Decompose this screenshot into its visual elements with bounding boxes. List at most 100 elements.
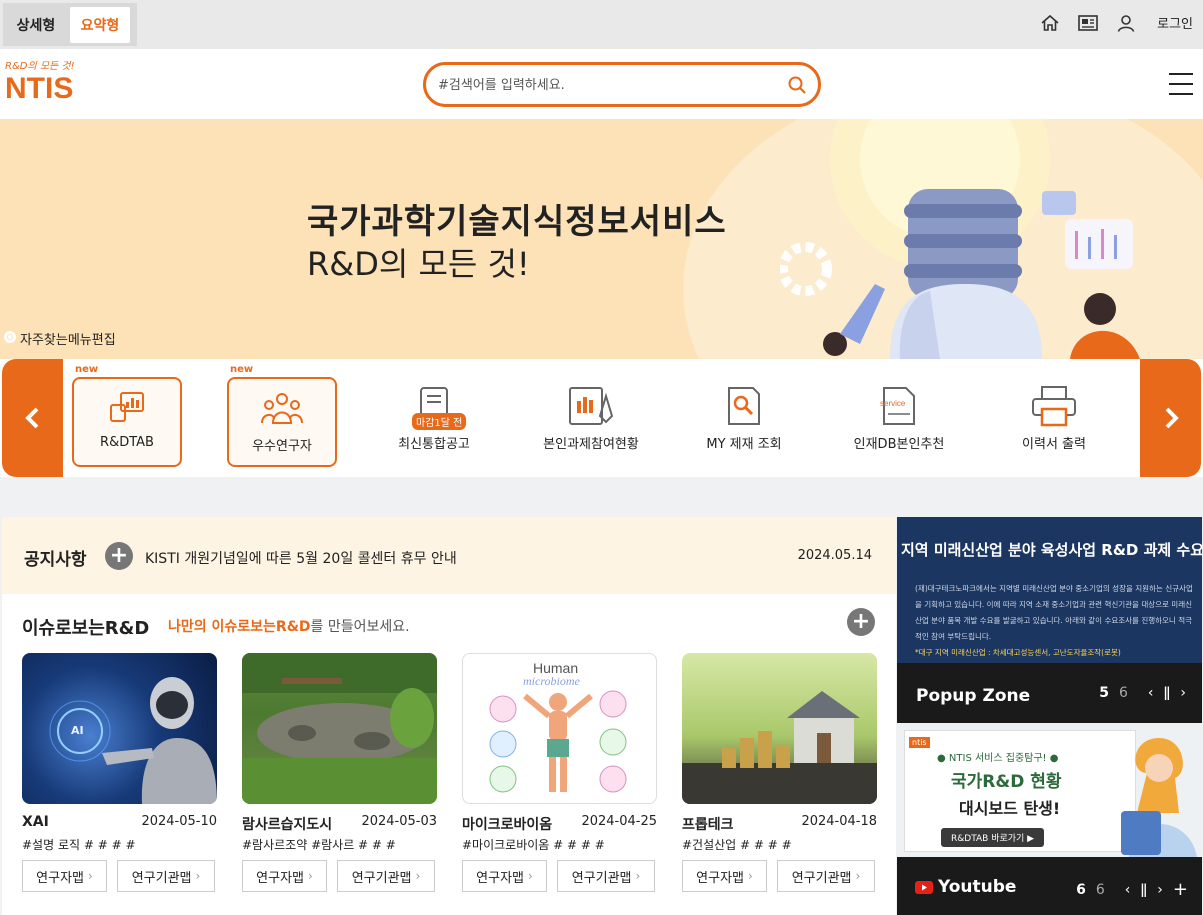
button-label: 연구자맵 xyxy=(256,870,305,886)
user-icon[interactable] xyxy=(1115,12,1137,34)
hamburger-menu-icon[interactable] xyxy=(1169,73,1193,95)
issue-card: 람사르습지도시 2024-05-03 #람사르조약 #람사르 # # # 연구자… xyxy=(242,653,437,892)
card-buttons: 연구자맵 › 연구기관맵 › xyxy=(682,860,875,892)
researcher-map-button[interactable]: 연구자맵 › xyxy=(22,860,107,892)
popup-total: 6 xyxy=(1118,685,1128,701)
chevron-left-icon[interactable]: ‹ xyxy=(1125,882,1131,898)
card-buttons: 연구자맵 › 연구기관맵 › xyxy=(462,860,655,892)
quick-item-label: 우수연구자 xyxy=(252,439,312,454)
issue-subtitle-rest: 를 만들어보세요. xyxy=(310,619,410,635)
top-right-menu: 로그인 xyxy=(1039,0,1193,45)
youtube-title[interactable]: Youtube xyxy=(915,877,1016,897)
card-thumbnail[interactable] xyxy=(682,653,877,804)
popup-image[interactable]: 지역 미래신산업 분야 육성사업 R&D 과제 수요조사 공고 (재)대구테크노… xyxy=(897,517,1202,663)
chevron-right-icon[interactable]: › xyxy=(1157,882,1163,898)
ntis-small-logo: ntis xyxy=(909,737,930,748)
login-link[interactable]: 로그인 xyxy=(1157,13,1193,32)
pause-icon[interactable]: ǁ xyxy=(1164,685,1171,701)
quick-item-top-researchers[interactable]: 우수연구자 xyxy=(227,377,337,467)
banner-subtitle: R&D의 모든 것! xyxy=(307,245,530,283)
dashboard-ad-image[interactable]: ntis ● NTIS 서비스 집중탐구! ● 국가R&D 현황 대시보드 탄생… xyxy=(897,723,1202,857)
thumb-microbiome-text: microbiome xyxy=(523,674,580,688)
view-tab-summary[interactable]: 요약형 xyxy=(70,6,130,43)
button-label: 연구기관맵 xyxy=(351,870,412,886)
quick-item-label: R&DTAB xyxy=(100,435,154,450)
chevron-right-icon[interactable]: › xyxy=(1180,685,1186,701)
dashboard-ad-line3: 대시보드 탄생! xyxy=(959,799,1061,818)
chevron-right-icon: › xyxy=(748,869,753,883)
header: R&D의 모든 것! NTIS xyxy=(0,49,1203,119)
card-thumbnail[interactable]: Human microbiome xyxy=(462,653,657,804)
newspaper-icon[interactable] xyxy=(1077,12,1099,34)
dashboard-ad-card: ntis ● NTIS 서비스 집중탐구! ● 국가R&D 현황 대시보드 탄생… xyxy=(904,730,1136,852)
researcher-map-button[interactable]: 연구자맵 › xyxy=(462,860,547,892)
issue-card: AI XAI 2024-05-10 #설명 로직 # # # # 연구자맵 › 연… xyxy=(22,653,217,892)
search-icon[interactable] xyxy=(786,74,808,96)
ntis-logo[interactable]: R&D의 모든 것! NTIS xyxy=(5,57,95,113)
issue-rd-section: 이슈로보는R&D 나만의 이슈로보는R&D를 만들어보세요. + AI XAI … xyxy=(2,594,896,915)
quick-item-my-sanctions[interactable]: MY 제재 조회 xyxy=(689,377,799,467)
researcher-map-button[interactable]: 연구자맵 › xyxy=(242,860,327,892)
card-tags: #마이크로바이옴 # # # # xyxy=(462,838,605,852)
card-title[interactable]: 람사르습지도시 xyxy=(242,814,332,834)
quick-item-latest-notices[interactable]: 마감1달 전 최신통합공고 xyxy=(379,377,489,467)
logo-name: NTIS xyxy=(5,72,74,105)
youtube-bar: Youtube 6 6 ‹ ǁ › + xyxy=(897,857,1202,915)
issue-more-button[interactable]: + xyxy=(847,608,875,636)
main-banner: 국가과학기술지식정보서비스 R&D의 모든 것! xyxy=(0,119,1203,359)
plus-icon[interactable]: + xyxy=(1173,879,1188,900)
deadline-badge: 마감1달 전 xyxy=(412,413,467,430)
quick-item-rdtab[interactable]: R&DTAB xyxy=(72,377,182,467)
chevron-left-icon[interactable]: ‹ xyxy=(1148,685,1154,701)
search-input[interactable] xyxy=(438,73,778,97)
card-thumbnail[interactable]: AI xyxy=(22,653,217,804)
home-icon[interactable] xyxy=(1039,12,1061,34)
button-label: 연구기관맵 xyxy=(791,870,852,886)
youtube-label: Youtube xyxy=(938,877,1017,897)
quick-item-print-resume[interactable]: 이력서 출력 xyxy=(999,377,1109,467)
researchers-icon xyxy=(259,387,305,429)
view-toggle: 상세형 요약형 xyxy=(3,3,137,46)
chevron-right-icon xyxy=(1165,407,1179,429)
card-thumbnail[interactable] xyxy=(242,653,437,804)
quick-item-label: 이력서 출력 xyxy=(1022,437,1086,452)
notice-more-button[interactable]: + xyxy=(105,542,133,570)
chevron-right-icon: › xyxy=(195,869,201,883)
card-buttons: 연구자맵 › 연구기관맵 › xyxy=(242,860,435,892)
issue-subtitle-highlight[interactable]: 나만의 이슈로보는R&D xyxy=(168,619,311,635)
youtube-current: 6 xyxy=(1076,881,1086,898)
institution-map-button[interactable]: 연구기관맵 › xyxy=(777,860,875,892)
card-date: 2024-04-25 xyxy=(581,814,657,829)
youtube-controls: 6 6 ‹ ǁ › + xyxy=(1076,879,1188,900)
card-tags: #건설산업 # # # # xyxy=(682,838,792,852)
institution-map-button[interactable]: 연구기관맵 › xyxy=(557,860,655,892)
service-badge: service xyxy=(880,399,906,408)
issue-card: 프롭테크 2024-04-18 #건설산업 # # # # 연구자맵 › 연구기관… xyxy=(682,653,877,892)
thumb-ai-text: AI xyxy=(71,724,84,737)
popup-zone-label: Popup Zone xyxy=(916,686,1031,706)
favorites-edit[interactable]: 자주찾는메뉴편집 xyxy=(3,329,116,348)
notice-doc-icon: 마감1달 전 xyxy=(411,385,467,430)
dashboard-ad-button[interactable]: R&DTAB 바로가기 ▶ xyxy=(941,828,1045,847)
quick-menu-prev-button[interactable] xyxy=(2,359,63,477)
popup-zone-bar: Popup Zone 5 6 ‹ ǁ › xyxy=(897,663,1202,723)
quick-item-label: 인재DB본인추천 xyxy=(853,437,945,452)
notice-text[interactable]: KISTI 개원기념일에 따른 5월 20일 콜센터 휴무 안내 xyxy=(145,548,457,568)
card-title[interactable]: XAI xyxy=(22,814,49,830)
researcher-map-button[interactable]: 연구자맵 › xyxy=(682,860,767,892)
card-title[interactable]: 프롭테크 xyxy=(682,814,734,834)
quick-item-label: 최신통합공고 xyxy=(398,437,470,452)
quick-item-label: MY 제재 조회 xyxy=(706,437,782,452)
card-title[interactable]: 마이크로바이옴 xyxy=(462,814,552,834)
chevron-right-icon: › xyxy=(88,869,93,883)
quick-item-talent-db[interactable]: service 인재DB본인추천 xyxy=(843,377,955,467)
pause-icon[interactable]: ǁ xyxy=(1140,882,1147,898)
button-label: 연구기관맵 xyxy=(571,870,632,886)
banner-title: 국가과학기술지식정보서비스 xyxy=(307,202,727,242)
institution-map-button[interactable]: 연구기관맵 › xyxy=(337,860,435,892)
quick-item-my-projects[interactable]: 본인과제참여현황 xyxy=(531,377,651,467)
view-tab-detailed[interactable]: 상세형 xyxy=(6,7,66,43)
institution-map-button[interactable]: 연구기관맵 › xyxy=(117,860,215,892)
dashboard-ad-line2: 국가R&D 현황 xyxy=(951,772,1062,792)
quick-menu-next-button[interactable] xyxy=(1140,359,1201,477)
